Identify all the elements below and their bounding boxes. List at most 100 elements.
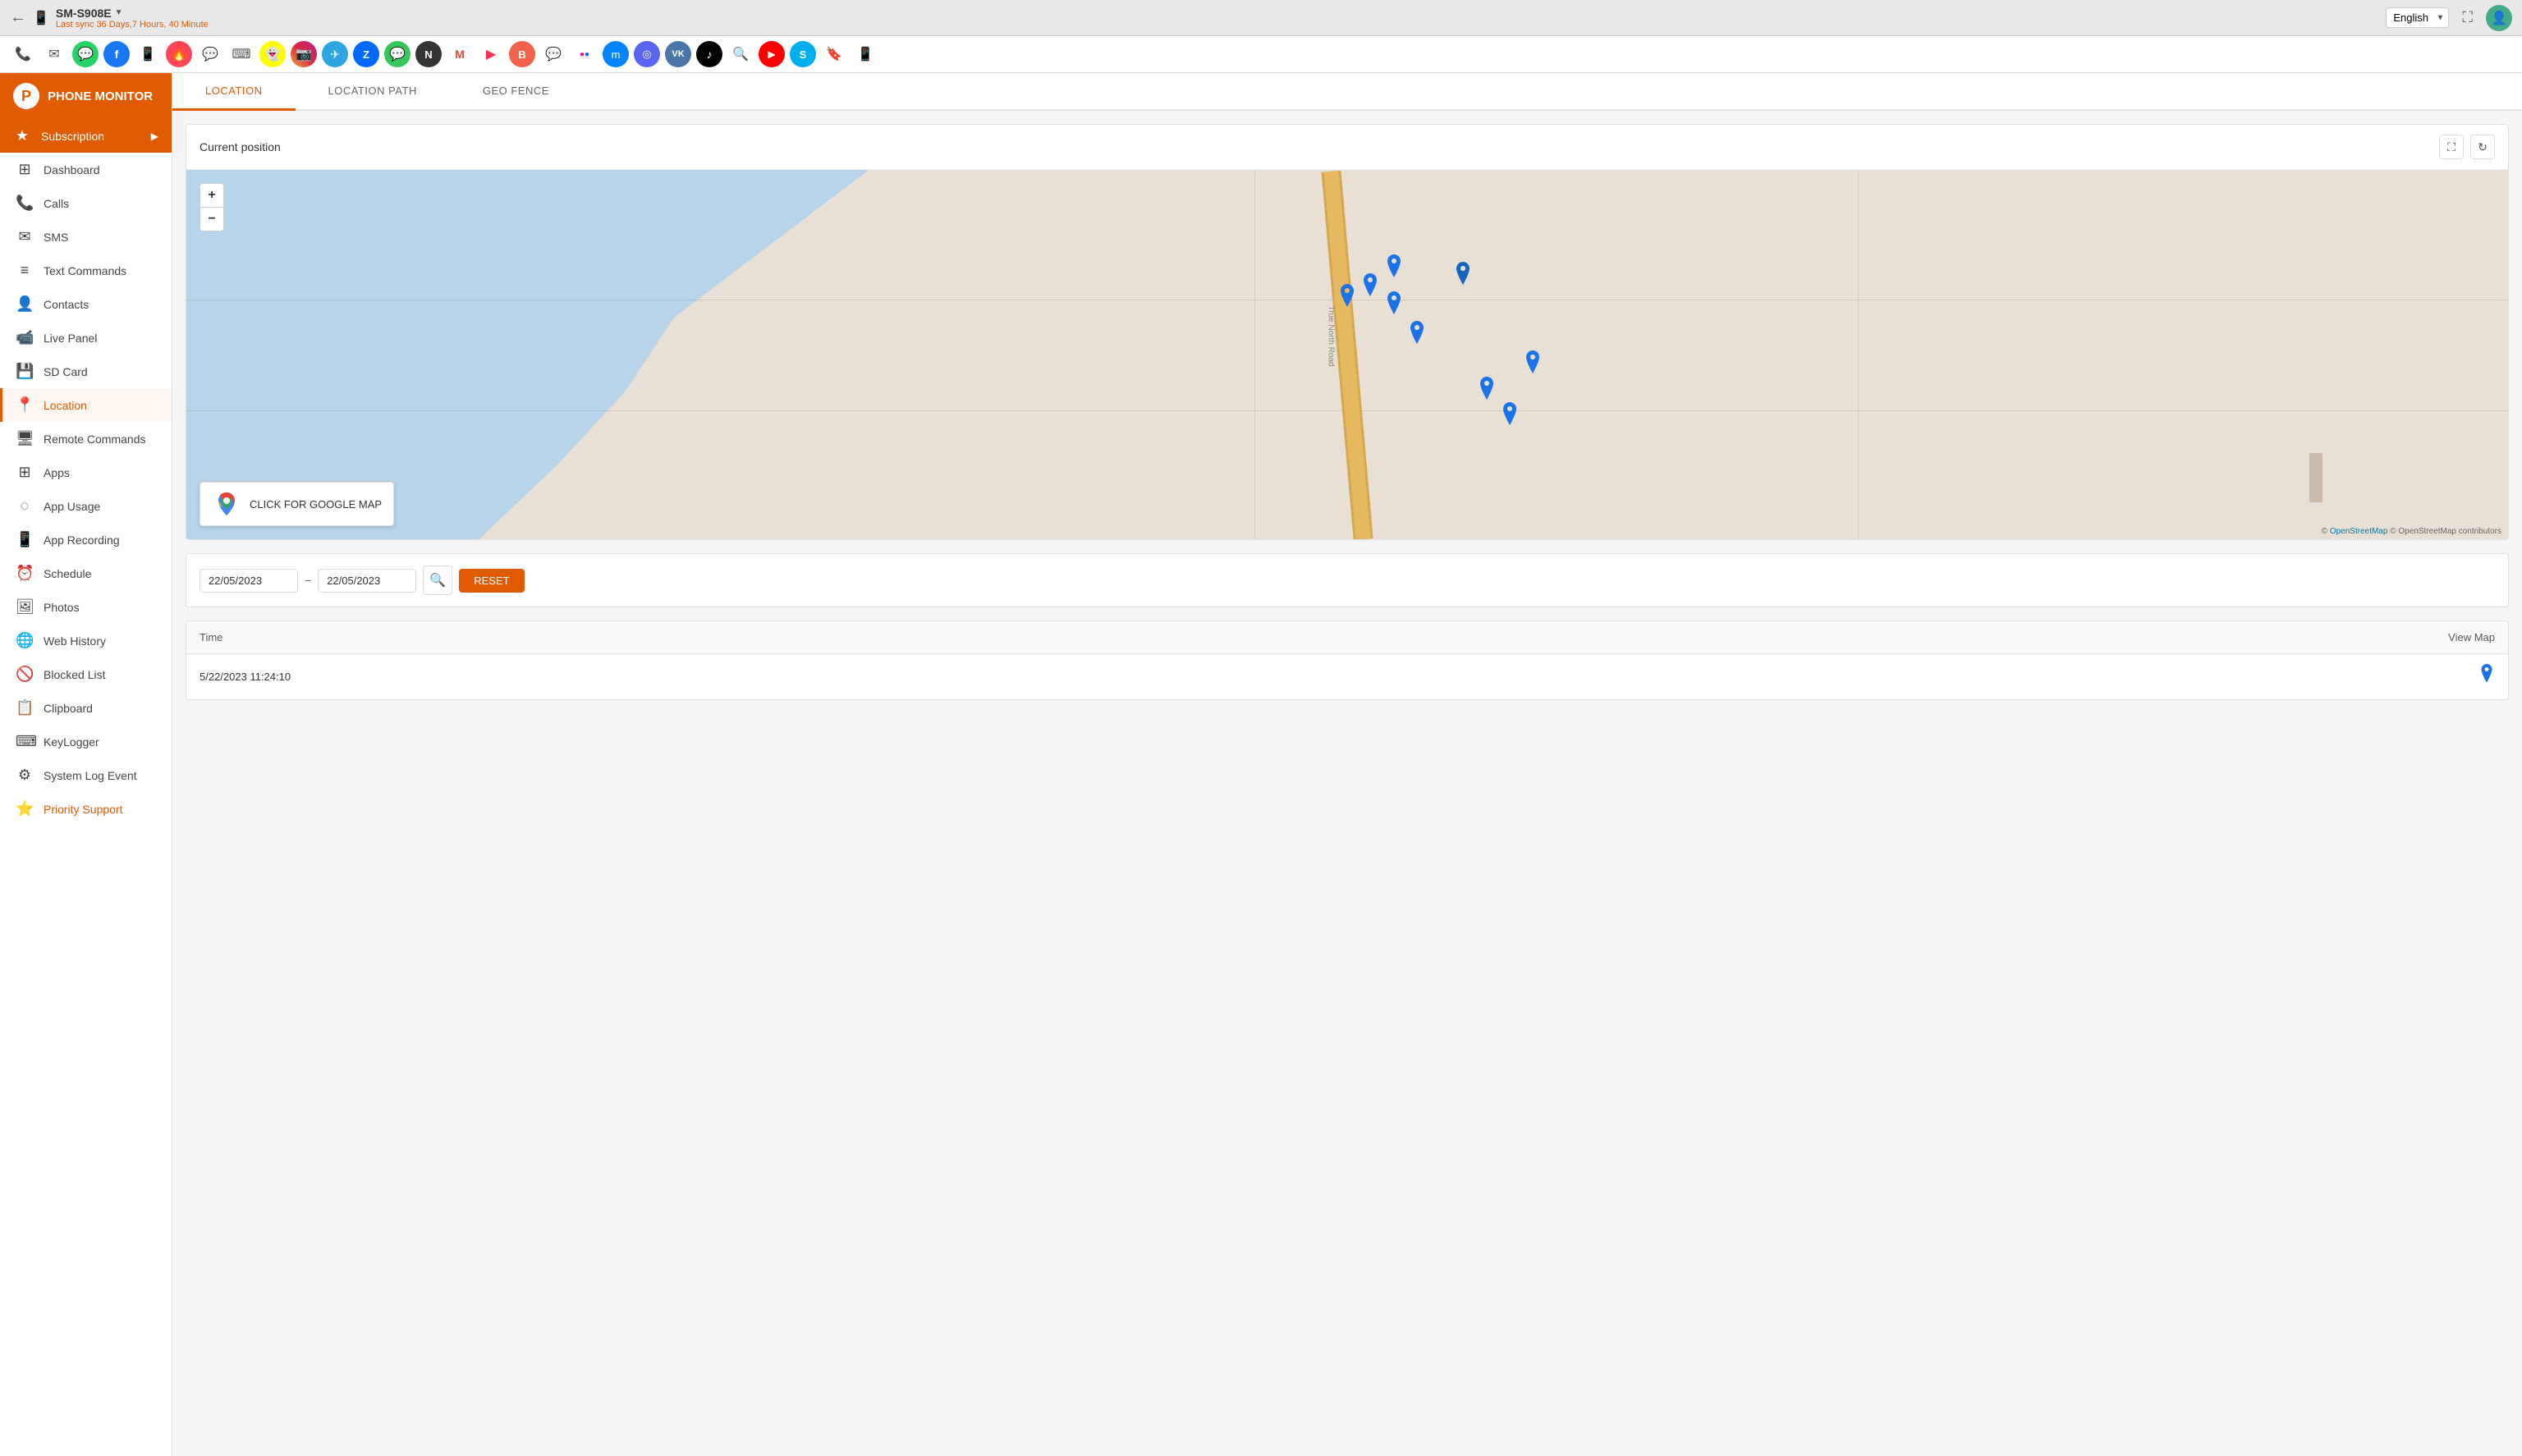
sidebar-item-contacts[interactable]: 👤 Contacts — [0, 287, 172, 321]
whatsapp-icon[interactable]: 💬 — [72, 41, 99, 67]
notion-icon[interactable]: N — [415, 41, 442, 67]
viber-icon[interactable]: 📱 — [135, 41, 161, 67]
date-from-input[interactable] — [199, 569, 298, 593]
sidebar-item-clipboard[interactable]: 📋 Clipboard — [0, 691, 172, 725]
sidebar-item-apps[interactable]: ⊞ Apps — [0, 456, 172, 489]
telegram-icon[interactable]: ✈ — [322, 41, 348, 67]
sidebar-item-schedule[interactable]: ⏰ Schedule — [0, 556, 172, 590]
zoom-out-button[interactable]: − — [200, 208, 223, 231]
map-grid-v2 — [1858, 170, 1859, 539]
zoom-in-button[interactable]: + — [200, 184, 223, 207]
tab-location[interactable]: LOCATION — [172, 73, 296, 111]
sidebar-item-label: Calls — [44, 197, 69, 210]
map-pin-5[interactable] — [1453, 262, 1473, 288]
device-dropdown-icon[interactable]: ▼ — [115, 8, 123, 17]
sidebar-item-text-commands[interactable]: ≡ Text Commands — [0, 254, 172, 287]
facebook-icon[interactable]: f — [103, 41, 130, 67]
sidebar-item-blocked-list[interactable]: 🚫 Blocked List — [0, 657, 172, 691]
map-fullscreen-button[interactable]: ⛶ — [2439, 135, 2464, 159]
flickr-icon[interactable]: ●● — [571, 41, 598, 67]
google-maps-icon — [212, 489, 241, 519]
hangouts-icon[interactable]: 💬 — [540, 41, 566, 67]
sidebar-item-remote-commands[interactable]: 🖥 Remote Commands — [0, 422, 172, 456]
sidebar-item-sms[interactable]: ✉ SMS — [0, 220, 172, 254]
snapchat-icon[interactable]: 👻 — [259, 41, 286, 67]
reset-button[interactable]: RESET — [459, 569, 524, 593]
web-history-icon: 🌐 — [16, 632, 34, 649]
messenger-icon[interactable]: m — [603, 41, 629, 67]
instagram-icon[interactable]: 📷 — [291, 41, 317, 67]
map-pin-4[interactable] — [1337, 284, 1357, 310]
keyboard-icon[interactable]: ⌨ — [228, 41, 254, 67]
sidebar-item-label: Priority Support — [44, 803, 122, 816]
language-dropdown[interactable]: English — [2386, 7, 2449, 28]
bookmark-icon[interactable]: 🔖 — [821, 41, 847, 67]
map-refresh-button[interactable]: ↻ — [2470, 135, 2495, 159]
badoo-icon[interactable]: B — [509, 41, 535, 67]
discord-icon[interactable]: ◎ — [634, 41, 660, 67]
view-map-pin-icon[interactable] — [2478, 672, 2495, 689]
skype-icon[interactable]: S — [790, 41, 816, 67]
sidebar-item-system-log[interactable]: ⚙ System Log Event — [0, 758, 172, 792]
date-filter-section: − 🔍 RESET — [186, 553, 2509, 607]
location-icon: 📍 — [16, 396, 34, 414]
photos-icon: 🖼 — [16, 598, 34, 616]
priority-support-icon: ⭐ — [16, 800, 34, 817]
tinder-icon[interactable]: 🔥 — [166, 41, 192, 67]
sidebar-item-label: SD Card — [44, 365, 88, 378]
zalo-icon[interactable]: Z — [353, 41, 379, 67]
app-icon-toolbar: 📞 ✉ 💬 f 📱 🔥 💬 ⌨ 👻 📷 ✈ Z 💬 N M ▶ B 💬 ●● m… — [0, 36, 2522, 73]
osm-link[interactable]: OpenStreetMap — [2330, 527, 2388, 536]
tab-geo-fence[interactable]: GEO FENCE — [450, 73, 582, 111]
sidebar-item-label: Text Commands — [44, 264, 126, 277]
sidebar-item-live-panel[interactable]: 📹 Live Panel — [0, 321, 172, 355]
sidebar-item-label: Subscription — [41, 130, 104, 143]
sidebar-item-dashboard[interactable]: ⊞ Dashboard — [0, 153, 172, 186]
sidebar-item-label: Photos — [44, 601, 80, 614]
sidebar-item-keylogger[interactable]: ⌨ KeyLogger — [0, 725, 172, 758]
map-zoom-controls: + − — [199, 183, 224, 231]
sidebar-item-web-history[interactable]: 🌐 Web History — [0, 624, 172, 657]
map-pin-9[interactable] — [1500, 402, 1520, 428]
sidebar-item-photos[interactable]: 🖼 Photos — [0, 590, 172, 624]
likee-icon[interactable]: ▶ — [478, 41, 504, 67]
gmail-icon[interactable]: M — [447, 41, 473, 67]
map-pin-6[interactable] — [1407, 321, 1427, 347]
fullscreen-button[interactable]: ⛶ — [2462, 9, 2473, 26]
phone2-icon[interactable]: 📱 — [852, 41, 878, 67]
date-to-input[interactable] — [318, 569, 416, 593]
back-button[interactable]: ← — [10, 8, 26, 27]
phone-icon[interactable]: 📞 — [10, 41, 36, 67]
tab-location-path[interactable]: LOCATION PATH — [296, 73, 450, 111]
youtube-icon[interactable]: ▶ — [759, 41, 785, 67]
map-pin-8[interactable] — [1477, 377, 1497, 403]
map-pin-7[interactable] — [1523, 350, 1543, 377]
tiktok-icon[interactable]: ♪ — [696, 41, 722, 67]
google-map-button[interactable]: CLICK FOR GOOGLE MAP — [199, 482, 394, 526]
location-tabs: LOCATION LOCATION PATH GEO FENCE — [172, 73, 2522, 111]
map-container[interactable]: True North Road + − — [186, 170, 2508, 539]
sidebar-item-app-recording[interactable]: 📱 App Recording — [0, 523, 172, 556]
map-pin-1[interactable] — [1384, 254, 1404, 281]
last-sync-label: Last sync 36 Days,7 Hours, 40 Minute — [56, 20, 209, 30]
sidebar-item-subscription[interactable]: ★ Subscription ▶ — [0, 119, 172, 153]
search-button[interactable]: 🔍 — [423, 565, 452, 595]
calls-icon: 📞 — [16, 195, 34, 212]
vk-icon[interactable]: VK — [665, 41, 691, 67]
language-selector[interactable]: English — [2386, 7, 2449, 28]
email-icon[interactable]: ✉ — [41, 41, 67, 67]
user-avatar[interactable]: 👤 — [2486, 5, 2512, 31]
sidebar-item-sd-card[interactable]: 💾 SD Card — [0, 355, 172, 388]
sidebar-item-priority-support[interactable]: ⭐ Priority Support — [0, 792, 172, 826]
wechat-icon[interactable]: 💬 — [197, 41, 223, 67]
imessage-icon[interactable]: 💬 — [384, 41, 410, 67]
device-info: SM-S908E ▼ Last sync 36 Days,7 Hours, 40… — [56, 7, 209, 30]
sidebar-item-app-usage[interactable]: ◌ App Usage — [0, 489, 172, 523]
map-pin-3[interactable] — [1384, 291, 1404, 318]
remote-commands-icon: 🖥 — [16, 430, 34, 447]
sidebar-item-location[interactable]: 📍 Location — [0, 388, 172, 422]
blocked-list-icon: 🚫 — [16, 666, 34, 683]
sidebar-item-calls[interactable]: 📞 Calls — [0, 186, 172, 220]
search-icon[interactable]: 🔍 — [727, 41, 754, 67]
map-pin-2[interactable] — [1360, 273, 1380, 300]
